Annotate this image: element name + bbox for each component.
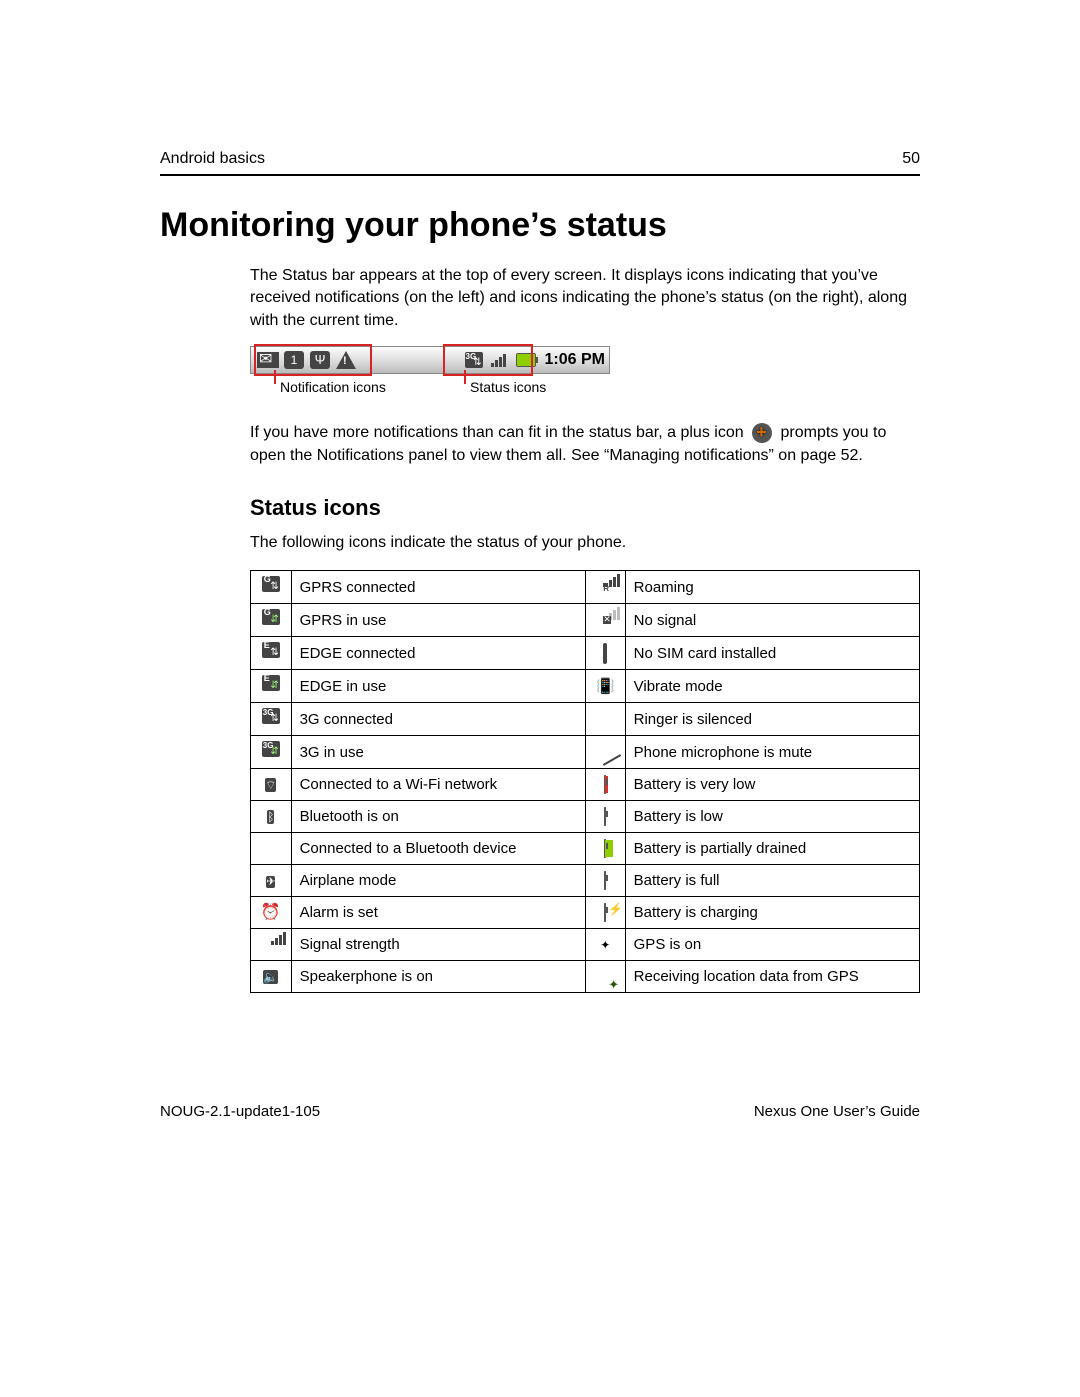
status-icons-table: GPRS connected R Roaming GPRS in use No … bbox=[250, 570, 920, 993]
edge-connected-icon bbox=[251, 637, 292, 670]
cell-label: Ringer is silenced bbox=[625, 703, 919, 736]
page: Android basics 50 Monitoring your phone’… bbox=[0, 0, 1080, 1397]
cell-label: Airplane mode bbox=[291, 865, 585, 897]
cell-label: Battery is very low bbox=[625, 769, 919, 801]
signal-strength-icon bbox=[251, 929, 292, 961]
overflow-paragraph: If you have more notifications than can … bbox=[250, 422, 920, 467]
page-footer: NOUG-2.1-update1-105 Nexus One User’s Gu… bbox=[160, 1103, 920, 1120]
no-signal-icon bbox=[585, 604, 625, 637]
gprs-connected-icon bbox=[251, 571, 292, 604]
cell-label: Battery is partially drained bbox=[625, 833, 919, 865]
table-row: 3G in use Phone microphone is mute bbox=[251, 736, 920, 769]
speakerphone-icon: 🔈 bbox=[251, 961, 292, 993]
body: The Status bar appears at the top of eve… bbox=[250, 265, 920, 993]
overflow-text-a: If you have more notifications than can … bbox=[250, 424, 744, 441]
edge-in-use-icon bbox=[251, 670, 292, 703]
airplane-mode-icon: ✈ bbox=[251, 865, 292, 897]
cell-label: GPS is on bbox=[625, 929, 919, 961]
page-number: 50 bbox=[902, 150, 920, 168]
battery-partial-icon bbox=[585, 833, 625, 865]
status-bar-time: 1:06 PM bbox=[545, 349, 605, 371]
alarm-icon: ⏰ bbox=[251, 897, 292, 929]
table-row: GPRS connected R Roaming bbox=[251, 571, 920, 604]
battery-very-low-icon bbox=[585, 769, 625, 801]
running-header: Android basics 50 bbox=[160, 150, 920, 176]
table-row: GPRS in use No signal bbox=[251, 604, 920, 637]
vibrate-icon: 📳 bbox=[585, 670, 625, 703]
table-row: EDGE in use 📳 Vibrate mode bbox=[251, 670, 920, 703]
roaming-icon: R bbox=[585, 571, 625, 604]
cell-label: No SIM card installed bbox=[625, 637, 919, 670]
mic-mute-icon bbox=[585, 736, 625, 769]
callout-box-notifications bbox=[254, 344, 372, 376]
cell-label: Battery is low bbox=[625, 801, 919, 833]
cell-label: EDGE in use bbox=[291, 670, 585, 703]
table-row: ✈ Airplane mode Battery is full bbox=[251, 865, 920, 897]
cell-label: Receiving location data from GPS bbox=[625, 961, 919, 993]
battery-charging-icon bbox=[585, 897, 625, 929]
table-row: 3G connected Ringer is silenced bbox=[251, 703, 920, 736]
cell-label: Battery is full bbox=[625, 865, 919, 897]
status-bar-illustration: 1 Ψ 1:06 PM bbox=[250, 346, 610, 374]
cell-label: 3G connected bbox=[291, 703, 585, 736]
intro-paragraph: The Status bar appears at the top of eve… bbox=[250, 265, 920, 332]
ringer-silenced-icon bbox=[585, 703, 625, 736]
no-sim-icon bbox=[585, 637, 625, 670]
cell-label: Phone microphone is mute bbox=[625, 736, 919, 769]
table-row: Signal strength ✦ GPS is on bbox=[251, 929, 920, 961]
label-notification-icons: Notification icons bbox=[280, 378, 386, 398]
page-title: Monitoring your phone’s status bbox=[160, 206, 920, 245]
gps-on-icon: ✦ bbox=[585, 929, 625, 961]
cell-label: Connected to a Bluetooth device bbox=[291, 833, 585, 865]
table-row: ⏰ Alarm is set Battery is charging bbox=[251, 897, 920, 929]
cell-label: Roaming bbox=[625, 571, 919, 604]
cell-label: EDGE connected bbox=[291, 637, 585, 670]
table-row: ⌔ Connected to a Wi-Fi network Battery i… bbox=[251, 769, 920, 801]
table-row: ᛒ Bluetooth is on Battery is low bbox=[251, 801, 920, 833]
plus-icon bbox=[752, 423, 772, 443]
callout-box-status bbox=[443, 344, 533, 376]
cell-label: Battery is charging bbox=[625, 897, 919, 929]
three-g-connected-icon bbox=[251, 703, 292, 736]
wifi-icon: ⌔ bbox=[251, 769, 292, 801]
gprs-in-use-icon bbox=[251, 604, 292, 637]
status-icons-lead: The following icons indicate the status … bbox=[250, 532, 920, 554]
doc-id: NOUG-2.1-update1-105 bbox=[160, 1103, 320, 1120]
table-row: Connected to a Bluetooth device Battery … bbox=[251, 833, 920, 865]
section-name: Android basics bbox=[160, 150, 265, 168]
cell-label: Signal strength bbox=[291, 929, 585, 961]
battery-low-icon bbox=[585, 801, 625, 833]
cell-label: Connected to a Wi-Fi network bbox=[291, 769, 585, 801]
cell-label: No signal bbox=[625, 604, 919, 637]
bluetooth-connected-icon bbox=[251, 833, 292, 865]
gps-receiving-icon bbox=[585, 961, 625, 993]
status-icons-heading: Status icons bbox=[250, 493, 920, 524]
cell-label: Speakerphone is on bbox=[291, 961, 585, 993]
cell-label: GPRS in use bbox=[291, 604, 585, 637]
cell-label: GPRS connected bbox=[291, 571, 585, 604]
table-row: EDGE connected No SIM card installed bbox=[251, 637, 920, 670]
status-bar-labels: Notification icons Status icons bbox=[250, 378, 920, 408]
label-status-icons: Status icons bbox=[470, 378, 546, 398]
cell-label: Vibrate mode bbox=[625, 670, 919, 703]
cell-label: Alarm is set bbox=[291, 897, 585, 929]
cell-label: Bluetooth is on bbox=[291, 801, 585, 833]
bluetooth-on-icon: ᛒ bbox=[251, 801, 292, 833]
guide-name: Nexus One User’s Guide bbox=[754, 1103, 920, 1120]
three-g-in-use-icon bbox=[251, 736, 292, 769]
battery-full-icon bbox=[585, 865, 625, 897]
cell-label: 3G in use bbox=[291, 736, 585, 769]
table-row: 🔈 Speakerphone is on Receiving location … bbox=[251, 961, 920, 993]
